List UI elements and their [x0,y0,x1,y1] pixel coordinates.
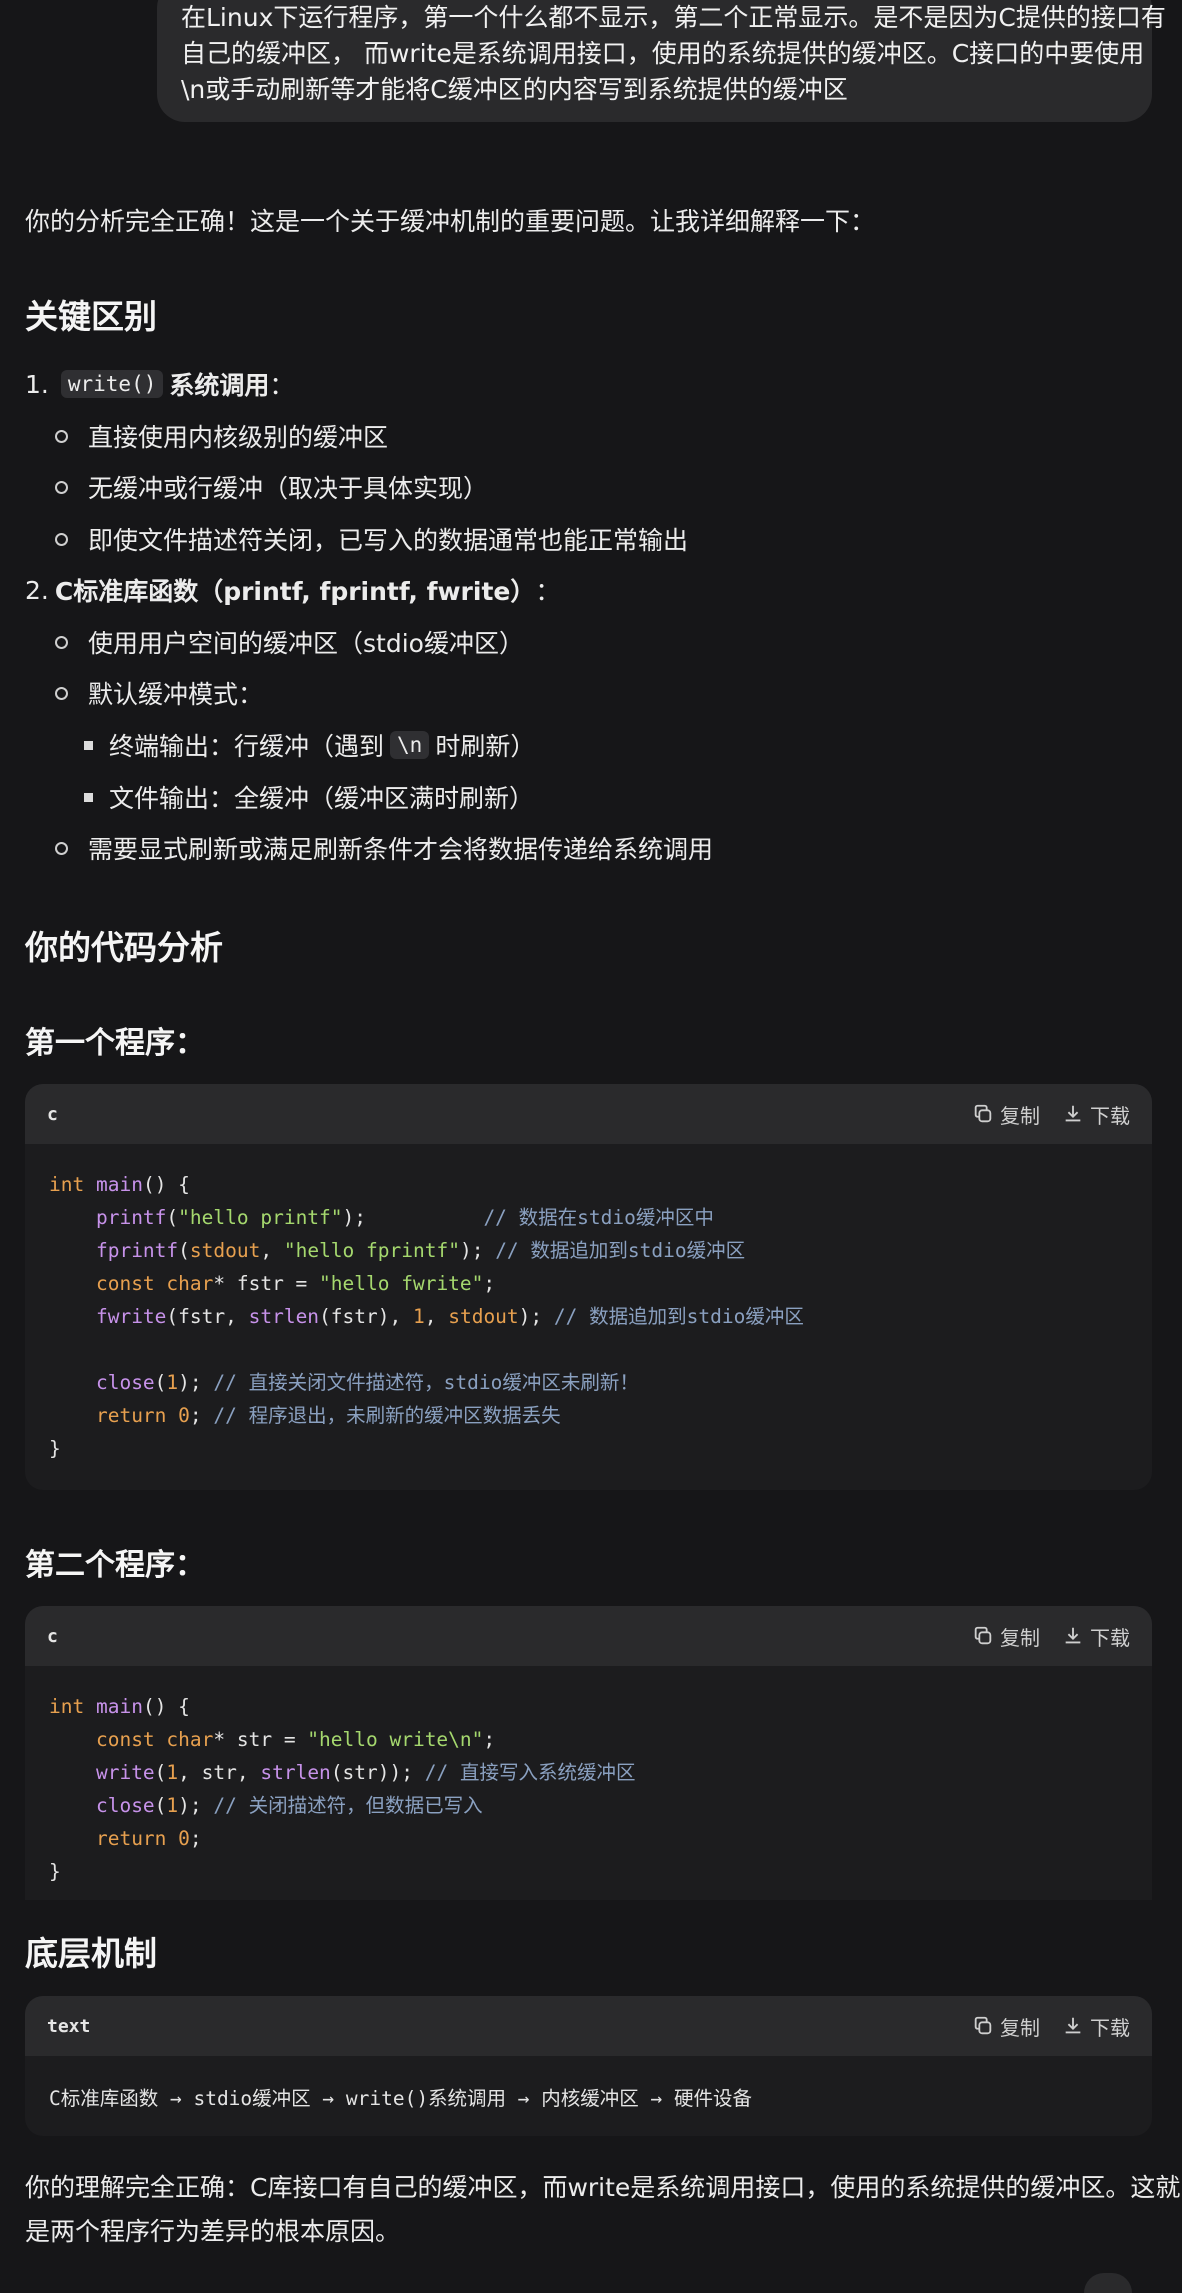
bullet-icon [84,740,93,750]
list-subsubitem: 文件输出：全缓冲（缓冲区满时刷新） [84,779,534,815]
list-number: 1. [25,369,49,399]
copy-label: 复制 [1000,1625,1040,1650]
inline-code: write() [60,370,164,398]
download-icon [1065,1627,1081,1644]
code-line: printf("hello printf"); // 数据在stdio缓冲区中 [95,1206,714,1229]
list-subitem-text: 直接使用内核级别的缓冲区 [88,423,389,452]
code-line: } [49,1860,61,1883]
user-message-line: 在Linux下运行程序，第一个什么都不显示，第二个正常显示。是不是因为C提供的接… [181,3,1166,32]
list-text: 时刷新） [435,732,536,761]
bullet-icon [84,792,93,802]
code-line: close(1); // 关闭描述符，但数据已写入 [95,1794,483,1817]
heading-code-analysis: 你的代码分析 [25,928,223,967]
heading-key-diff: 关键区别 [25,297,157,336]
bullet-icon [55,429,68,443]
code-line: write(1, str, strlen(str)); // 直接写入系统缓冲区 [95,1761,636,1784]
conclusion-line: 是两个程序行为差异的根本原因。 [25,2217,401,2246]
intro-text: 你的分析完全正确！这是一个关于缓冲机制的重要问题。让我详细解释一下： [25,207,876,236]
code-language: c [47,1103,58,1125]
list-subitem: 使用用户空间的缓冲区（stdio缓冲区） [55,624,524,660]
list-subitem: 默认缓冲模式： [55,675,263,711]
download-label: 下载 [1090,1625,1130,1650]
heading-program-1: 第一个程序： [25,1026,205,1061]
code-line: return 0; // 程序退出，未刷新的缓冲区数据丢失 [95,1404,561,1427]
download-button[interactable]: 下载 [1062,1100,1130,1129]
bullet-icon [55,686,68,700]
download-label: 下载 [1090,2015,1130,2040]
bullet-icon [55,841,68,855]
list-suffix: ： [535,577,561,606]
user-message-line: \n或手动刷新等才能将C缓冲区的内容写到系统提供的缓冲区 [181,75,848,104]
code-language: c [47,1625,58,1647]
download-icon [1065,1105,1081,1122]
list-item-write: 1. write() 系统调用 ： [25,366,294,402]
list-subitem-text: 无缓冲或行缓冲（取决于具体实现） [88,474,489,503]
code-block-header: c 复制 下载 [25,1084,1152,1144]
code-content: int main() { const char* str = "hello wr… [25,1666,1152,1900]
copy-icon [974,2016,992,2035]
copy-button[interactable]: 复制 [972,1100,1040,1129]
download-button[interactable]: 下载 [1062,1622,1130,1651]
conclusion-line: 你的理解完全正确：C库接口有自己的缓冲区，而write是系统调用接口，使用的系统… [25,2173,1181,2202]
list-subsubitem: 终端输出：行缓冲（遇到 \n 时刷新） [84,727,535,763]
copy-icon [974,1626,992,1645]
user-message-line: 自己的缓冲区， 而write是系统调用接口，使用的系统提供的缓冲区。C接口的中要… [181,39,1145,68]
copy-button[interactable]: 复制 [972,1622,1040,1651]
code-line: fprintf(stdout, "hello fprintf"); // 数据追… [95,1239,746,1262]
code-block-2: c 复制 下载 int main() { const char* str = "… [25,1606,1152,1900]
download-button[interactable]: 下载 [1062,2012,1130,2041]
bullet-icon [55,635,68,649]
code-line: fwrite(fstr, strlen(fstr), 1, stdout); /… [95,1305,804,1328]
code-line: close(1); // 直接关闭文件描述符，stdio缓冲区未刷新！ [95,1371,639,1394]
code-line: const char* str = "hello write\n"; [95,1728,496,1751]
code-language: text [47,2015,91,2037]
user-message-bubble: 在Linux下运行程序，第一个什么都不显示，第二个正常显示。是不是因为C提供的接… [157,0,1166,122]
chat-page: 在Linux下运行程序，第一个什么都不显示，第二个正常显示。是不是因为C提供的接… [0,0,1182,2293]
code-line: const char* fstr = "hello fwrite"; [95,1272,496,1295]
bullet-icon [55,480,68,494]
mechanism-text: C标准库函数 → stdio缓冲区 → write()系统调用 → 内核缓冲区 … [49,2086,753,2110]
list-subitem: 需要显式刷新或满足刷新条件才会将数据传递给系统调用 [55,830,713,866]
copy-label: 复制 [1000,2015,1040,2040]
list-number: 2. [25,575,49,605]
list-subitem: 即使文件描述符关闭，已写入的数据通常也能正常输出 [55,521,688,557]
list-subitem: 直接使用内核级别的缓冲区 [55,418,388,454]
list-label: C标准库函数（printf, fprintf, fwrite） [54,577,536,606]
code-block-1: c 复制 下载 int main() { printf("hello print… [25,1084,1152,1490]
heading-mechanism: 底层机制 [25,1934,157,1973]
code-block-header: text 复制 下载 [25,1996,1152,2056]
list-item-stdlib: 2. C标准库函数（printf, fprintf, fwrite） ： [25,572,560,608]
list-subitem-text: 即使文件描述符关闭，已写入的数据通常也能正常输出 [88,526,689,555]
copy-button[interactable]: 复制 [972,2012,1040,2041]
list-subitem-text: 需要显式刷新或满足刷新条件才会将数据传递给系统调用 [88,835,714,864]
download-icon [1065,2017,1081,2034]
inline-code: \n [390,731,430,759]
code-block-header: c 复制 下载 [25,1606,1152,1666]
code-block-3: text 复制 下载 C标准库函数 → stdio缓冲区 → write()系统… [25,1996,1152,2136]
heading-program-2: 第二个程序： [25,1548,205,1583]
code-line: int main() { [49,1173,190,1196]
download-label: 下载 [1090,1103,1130,1128]
code-content: int main() { printf("hello printf"); // … [25,1144,1152,1489]
copy-icon [974,1104,992,1123]
scroll-to-bottom-button[interactable] [1084,2273,1132,2293]
copy-label: 复制 [1000,1103,1040,1128]
bullet-icon [55,532,68,546]
code-line: int main() { [49,1695,190,1718]
code-line: } [49,1437,61,1460]
list-text: 文件输出：全缓冲（缓冲区满时刷新） [109,784,535,813]
list-label: 系统调用 [169,371,270,400]
list-subitem-text: 默认缓冲模式： [88,680,264,709]
list-suffix: ： [269,371,295,400]
list-subitem: 无缓冲或行缓冲（取决于具体实现） [55,469,488,505]
list-text: 终端输出：行缓冲（遇到 [109,732,385,761]
code-line: return 0; [95,1827,202,1850]
list-subitem-text: 使用用户空间的缓冲区（stdio缓冲区） [88,629,524,658]
